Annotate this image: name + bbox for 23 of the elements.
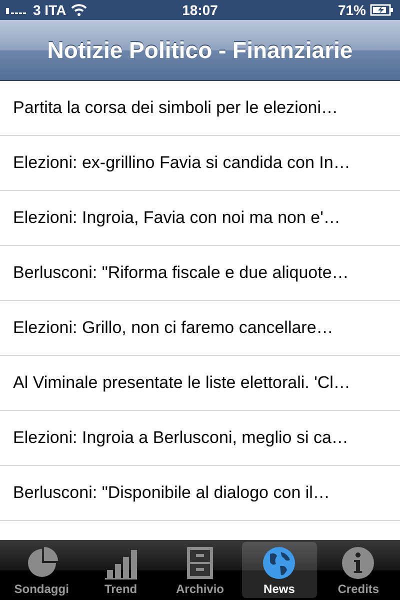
news-row[interactable]: Elezioni: Ingroia a Berlusconi, meglio si ca…: [0, 411, 400, 466]
news-row[interactable]: Berlusconi: "Disponibile al dialogo con il…: [0, 466, 400, 521]
battery-percent: 71%: [338, 2, 366, 18]
cabinet-icon: [186, 546, 214, 580]
tab[interactable]: Sondaggi: [4, 542, 80, 598]
news-row[interactable]: Berlusconi: "Riforma fiscale e due aliquote…: [0, 246, 400, 301]
news-row[interactable]: Partita la corsa dei simboli per le elezioni…: [0, 81, 400, 136]
page-title: Notizie Politico - Finanziarie: [47, 36, 353, 64]
info-icon: [341, 546, 376, 580]
carrier-name: 3 ITA: [33, 2, 66, 18]
wifi-icon: [71, 4, 88, 16]
tab[interactable]: Credits: [320, 542, 396, 598]
clock-time: 18:07: [182, 2, 218, 18]
tab[interactable]: News: [242, 542, 317, 598]
battery-icon: [370, 4, 394, 16]
news-row[interactable]: Elezioni: Grillo, non ci faremo cancellare…: [0, 301, 400, 356]
news-row[interactable]: Elezioni: ex-grillino Favia si candida con In…: [0, 136, 400, 191]
tab[interactable]: Trend: [83, 542, 158, 598]
tab[interactable]: Archivio: [162, 542, 238, 598]
news-row[interactable]: Al Viminale presentate le liste elettorali. 'Cl…: [0, 356, 400, 411]
news-row[interactable]: Elezioni: Ingroia, Favia con noi ma non e'…: [0, 191, 400, 246]
signal-icon: [6, 6, 28, 14]
globe-icon: [262, 546, 296, 580]
